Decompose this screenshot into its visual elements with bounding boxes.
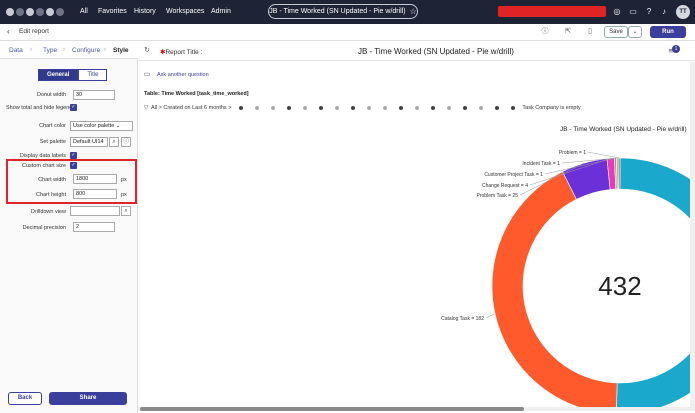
custom-size-checkbox[interactable]: ✓ — [70, 162, 77, 169]
nav-favorites[interactable]: Favorites — [98, 8, 127, 15]
set-palette-input[interactable]: Default UI14 — [70, 137, 108, 147]
data-label: Problem Task = 25 — [477, 193, 519, 199]
info-icon[interactable]: ⓘ — [540, 27, 550, 37]
chart-color-value: Use color palette — [73, 123, 115, 129]
chat-icon[interactable]: ▭ — [628, 7, 638, 17]
bell-icon[interactable]: ♪ — [659, 7, 669, 17]
nav-admin[interactable]: Admin — [211, 8, 231, 15]
drilldown-label: Drilldown view — [30, 209, 66, 215]
nav-all[interactable]: All — [80, 8, 88, 15]
share-button[interactable]: Share — [49, 392, 127, 405]
nav-workspaces[interactable]: Workspaces — [166, 8, 204, 15]
run-button[interactable]: Run — [650, 26, 686, 38]
logo[interactable] — [6, 6, 70, 18]
step-chevron-icon: › — [30, 47, 32, 53]
vertical-scrollbar[interactable] — [690, 62, 695, 407]
top-navigation: All Favorites History Workspaces Admin J… — [0, 0, 695, 24]
globe-icon[interactable]: ◎ — [612, 7, 622, 17]
edit-report-label: Edit report — [19, 28, 49, 35]
info-icon[interactable]: ⓘ — [121, 137, 131, 147]
data-label: Problem = 1 — [559, 150, 586, 156]
chart-color-select[interactable]: Use color palette ⌄ — [70, 121, 133, 131]
tab-title[interactable]: Title — [78, 69, 108, 81]
data-label: Catalog Task = 182 — [441, 316, 484, 322]
show-total-label: Show total and hide legend — [6, 105, 73, 111]
decimal-input[interactable]: 2 — [73, 222, 115, 232]
avatar[interactable]: TT — [676, 5, 690, 19]
leader-line — [587, 151, 620, 159]
step-chevron-icon: › — [63, 47, 65, 53]
chart-width-input[interactable]: 1800 — [73, 174, 117, 184]
chart-height-label: Chart height — [36, 192, 66, 198]
wizard-steps: Data › Type › Configure › Style — [0, 41, 138, 59]
slice-problem[interactable] — [617, 157, 621, 190]
share-out-icon[interactable]: ⇱ — [563, 27, 573, 37]
data-label: Change Request = 4 — [482, 183, 528, 189]
context-title: JB - Time Worked (SN Updated - Pie w/dri… — [269, 8, 406, 15]
donut-width-input[interactable]: 30 — [73, 90, 115, 100]
donut-chart[interactable]: Problem = 1 Incident Task = 1 Customer Pro… — [138, 41, 695, 407]
px-unit: px — [121, 192, 127, 198]
search-icon[interactable]: ⌕ — [109, 137, 119, 147]
star-icon[interactable]: ☆ — [410, 7, 417, 16]
save-dropdown-chevron-icon[interactable]: ⌄ — [628, 26, 642, 38]
save-button[interactable]: Save — [604, 26, 628, 38]
show-total-checkbox[interactable]: ✓ — [70, 104, 77, 111]
chart-height-input[interactable]: 800 — [73, 189, 117, 199]
back-chevron-icon[interactable]: ‹ — [7, 27, 10, 36]
chart-color-label: Chart color — [39, 123, 66, 129]
step-data[interactable]: Data — [9, 47, 23, 54]
nav-history[interactable]: History — [134, 8, 156, 15]
set-palette-label: Set palette — [39, 139, 66, 145]
back-button[interactable]: Back — [8, 392, 42, 405]
donut-width-label: Donut width — [36, 92, 66, 98]
trash-icon[interactable]: ▯ — [585, 27, 595, 37]
step-chevron-icon: › — [104, 47, 106, 53]
data-label: Customer Project Task = 1 — [484, 172, 543, 178]
step-type[interactable]: Type — [43, 47, 57, 54]
step-configure[interactable]: Configure — [72, 47, 100, 54]
search-icon[interactable]: ⌕ — [121, 206, 131, 216]
decimal-label: Decimal precision — [22, 225, 66, 231]
edit-report-bar: ‹ Edit report ⓘ ⇱ ▯ Save ⌄ Run — [0, 24, 695, 41]
leader-line — [485, 313, 496, 319]
config-panel: Data › Type › Configure › Style General … — [0, 41, 138, 413]
display-labels-checkbox[interactable]: ✓ — [70, 152, 77, 159]
report-canvas: ↻ ✱Report Title : JB - Time Worked (SN U… — [138, 41, 695, 413]
chart-total: 432 — [598, 271, 641, 301]
custom-size-label: Custom chart size — [21, 163, 66, 169]
px-unit: px — [121, 177, 127, 183]
help-icon[interactable]: ? — [644, 7, 654, 17]
style-tabs: General Title — [38, 69, 108, 81]
horizontal-scrollbar-thumb[interactable] — [140, 407, 524, 411]
context-title-pill[interactable]: JB - Time Worked (SN Updated - Pie w/dri… — [268, 4, 418, 19]
tab-general[interactable]: General — [38, 69, 79, 81]
step-style[interactable]: Style — [113, 47, 129, 54]
data-label: Incident Task = 1 — [522, 161, 560, 167]
drilldown-input[interactable] — [70, 206, 120, 216]
chart-width-label: Chart width — [38, 177, 66, 183]
redacted-search — [498, 6, 606, 17]
